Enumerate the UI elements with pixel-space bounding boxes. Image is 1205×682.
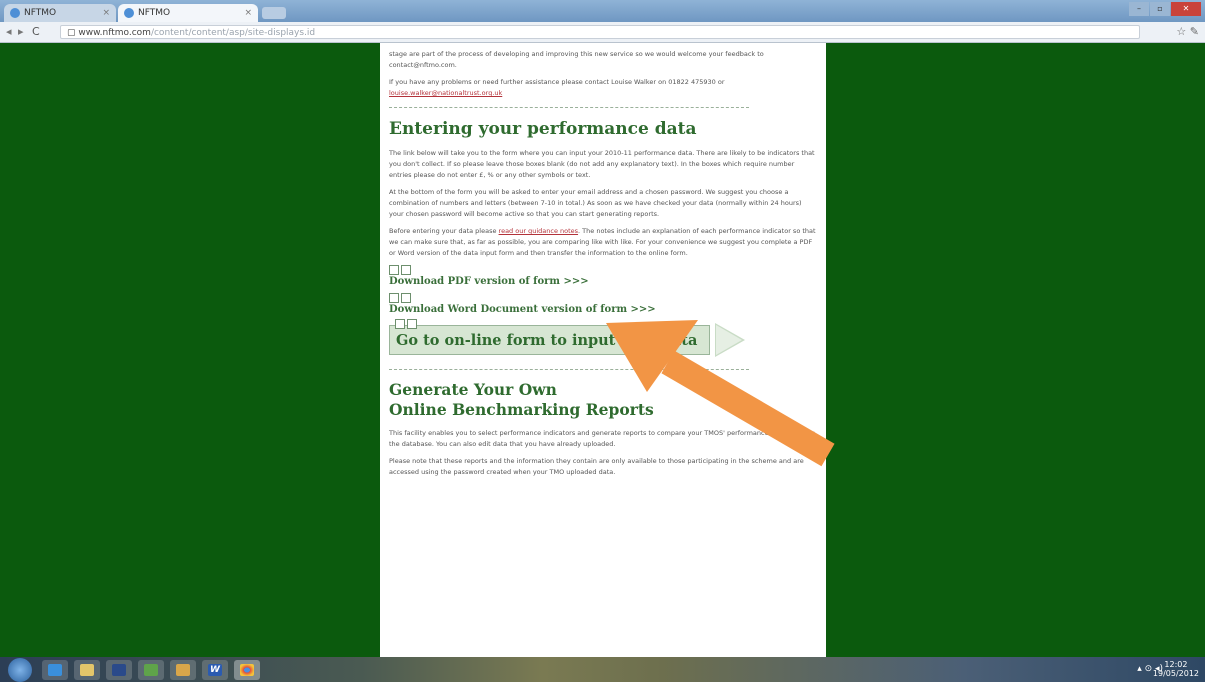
url-path: /content/content/asp/site-displays.id: [150, 28, 316, 38]
generate-heading-line-1: Generate Your Own: [389, 380, 557, 399]
entering-heading: Entering your performance data: [389, 119, 697, 139]
minimize-button[interactable]: –: [1129, 2, 1149, 16]
folder-icon[interactable]: [170, 660, 196, 680]
file-explorer-icon[interactable]: [74, 660, 100, 680]
play-arrow-inner-icon: [716, 325, 742, 355]
window-controls: – ▫ ✕: [1129, 2, 1201, 16]
entering-paragraph-1: The link below will take you to the form…: [389, 149, 815, 179]
broken-image-icon: [395, 319, 417, 329]
contact-text: If you have any problems or need further…: [389, 78, 725, 86]
start-button[interactable]: [8, 658, 32, 682]
clock-time: 12:02: [1164, 660, 1188, 669]
download-word-link[interactable]: Download Word Document version of form >…: [389, 303, 818, 317]
internet-explorer-icon[interactable]: [42, 660, 68, 680]
bookmark-star-icon[interactable]: ☆: [1176, 25, 1186, 38]
contact-email-link[interactable]: louise.walker@nationaltrust.org.uk: [389, 89, 502, 97]
tab-label: NFTMO: [24, 8, 57, 18]
media-player-icon[interactable]: [106, 660, 132, 680]
close-window-button[interactable]: ✕: [1171, 2, 1201, 16]
back-icon[interactable]: ◂: [6, 25, 12, 38]
online-form-button[interactable]: Go to on-line form to input your data: [389, 325, 710, 355]
toolbar-right-icons: ☆ ✎: [1176, 25, 1199, 38]
reload-icon[interactable]: C: [32, 25, 40, 38]
browser-toolbar: ◂ ▸ C ▢ www.nftmo.com/content/content/as…: [0, 22, 1205, 43]
tab-nftmo-2[interactable]: NFTMO ×: [118, 4, 258, 22]
generate-paragraph-1: This facility enables you to select perf…: [389, 429, 816, 448]
divider: [389, 369, 749, 370]
broken-image-icon: [389, 265, 818, 275]
entering-paragraph-3: Before entering your data please read ou…: [389, 226, 818, 259]
generate-heading-line-2: Online Benchmarking Reports: [389, 400, 654, 419]
guidance-text-before: Before entering your data please: [389, 227, 497, 235]
settings-wrench-icon[interactable]: ✎: [1190, 25, 1199, 38]
tab-close-icon[interactable]: ×: [102, 8, 110, 18]
tab-close-icon[interactable]: ×: [244, 8, 252, 18]
broken-image-icon: [389, 293, 818, 303]
url-host: www.nftmo.com: [78, 28, 151, 38]
online-form-button-wrap: Go to on-line form to input your data: [389, 319, 818, 361]
generate-paragraph-2: Please note that these reports and the i…: [389, 457, 804, 476]
address-bar[interactable]: ▢ www.nftmo.com/content/content/asp/site…: [60, 25, 1140, 39]
word-icon[interactable]: W: [202, 660, 228, 680]
download-pdf-link[interactable]: Download PDF version of form >>>: [389, 275, 818, 289]
page-background: stage are part of the process of develop…: [0, 43, 1205, 657]
tab-label: NFTMO: [138, 8, 171, 18]
favicon-icon: [10, 8, 20, 18]
guidance-notes-link[interactable]: read our guidance notes: [499, 227, 579, 235]
intro-paragraph: stage are part of the process of develop…: [389, 50, 764, 69]
taskbar: W ▴ ⊙ ◂) 12:02 19/05/2012: [0, 657, 1205, 682]
clock-date: 19/05/2012: [1152, 669, 1199, 678]
favicon-icon: [124, 8, 134, 18]
app-icon[interactable]: [138, 660, 164, 680]
taskbar-clock[interactable]: 12:02 19/05/2012: [1153, 660, 1199, 678]
maximize-button[interactable]: ▫: [1150, 2, 1170, 16]
divider: [389, 107, 749, 108]
forward-icon[interactable]: ▸: [18, 25, 24, 38]
entering-paragraph-2: At the bottom of the form you will be as…: [389, 188, 802, 218]
contact-paragraph: If you have any problems or need further…: [389, 77, 818, 99]
content-column: stage are part of the process of develop…: [380, 43, 826, 657]
new-tab-button[interactable]: [262, 7, 286, 19]
chrome-icon[interactable]: [234, 660, 260, 680]
page-icon: ▢: [67, 28, 76, 38]
generate-heading: Generate Your Own Online Benchmarking Re…: [389, 380, 818, 420]
tab-nftmo-1[interactable]: NFTMO ×: [4, 4, 116, 22]
browser-tab-bar: NFTMO × NFTMO × – ▫ ✕: [0, 0, 1205, 22]
